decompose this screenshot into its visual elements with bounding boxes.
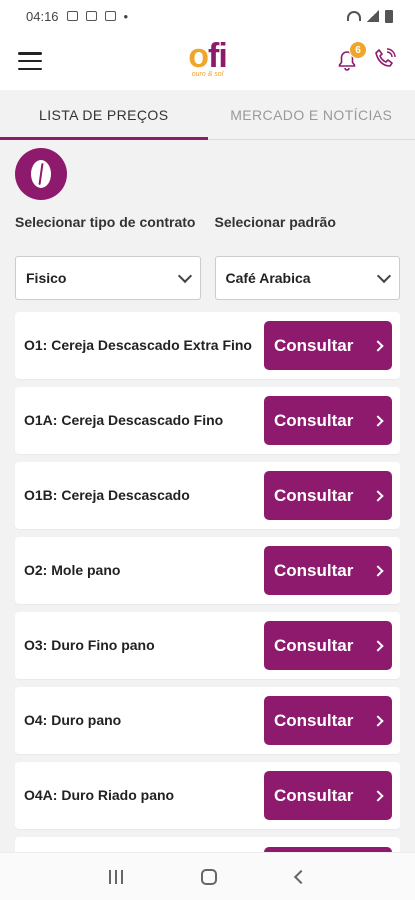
list-item: O1: Cereja Descascado Extra Fino Consult… bbox=[15, 312, 400, 379]
list-item: O4A: Duro Riado pano Consultar bbox=[15, 762, 400, 829]
home-button[interactable] bbox=[201, 868, 218, 885]
consult-button[interactable]: Consultar bbox=[264, 696, 392, 745]
chevron-down-icon bbox=[177, 268, 192, 283]
signal-icon bbox=[367, 10, 379, 22]
contract-type-value: Fisico bbox=[26, 270, 67, 286]
list-item-label: O1A: Cereja Descascado Fino bbox=[24, 412, 224, 428]
phone-icon bbox=[375, 47, 396, 67]
filter-selectors: Selecionar tipo de contrato Fisico Selec… bbox=[15, 212, 400, 300]
main-content: Selecionar tipo de contrato Fisico Selec… bbox=[0, 140, 415, 861]
tab-market-news[interactable]: MERCADO E NOTÍCIAS bbox=[208, 90, 415, 139]
chevron-right-icon bbox=[372, 414, 384, 427]
status-time: 04:16 bbox=[26, 8, 59, 24]
consult-button[interactable]: Consultar bbox=[264, 771, 392, 820]
battery-icon bbox=[385, 9, 393, 23]
chevron-right-icon bbox=[372, 714, 384, 727]
contract-type-label: Selecionar tipo de contrato bbox=[15, 214, 196, 230]
status-bar: 04:16 • bbox=[0, 0, 415, 32]
chevron-right-icon bbox=[372, 789, 384, 802]
list-item: O3: Duro Fino pano Consultar bbox=[15, 612, 400, 679]
system-nav-bar bbox=[0, 852, 415, 900]
wifi-icon bbox=[347, 11, 361, 21]
back-button[interactable] bbox=[293, 869, 308, 884]
list-item-label: O1: Cereja Descascado Extra Fino bbox=[24, 337, 252, 353]
notifications-button[interactable]: 6 bbox=[335, 41, 367, 73]
gallery-icon bbox=[66, 11, 78, 21]
standard-select[interactable]: Café Arabica bbox=[214, 256, 400, 300]
menu-button[interactable] bbox=[18, 52, 42, 70]
bag-icon bbox=[104, 11, 116, 21]
coffee-bean-icon bbox=[15, 148, 67, 200]
chevron-right-icon bbox=[372, 564, 384, 577]
standard-label: Selecionar padrão bbox=[214, 214, 336, 230]
consult-button[interactable]: Consultar bbox=[264, 396, 392, 445]
list-item: O4: Duro pano Consultar bbox=[15, 687, 400, 754]
list-item: O1A: Cereja Descascado Fino Consultar bbox=[15, 387, 400, 454]
list-item: O1B: Cereja Descascado Consultar bbox=[15, 462, 400, 529]
chevron-right-icon bbox=[372, 489, 384, 502]
contract-type-select[interactable]: Fisico bbox=[15, 256, 201, 300]
app-logo: ofi ouro & sol bbox=[188, 37, 228, 78]
list-item-label: O2: Mole pano bbox=[24, 562, 121, 578]
mail-icon bbox=[85, 11, 97, 21]
notification-badge: 6 bbox=[349, 41, 367, 59]
chevron-right-icon bbox=[372, 639, 384, 652]
chevron-down-icon bbox=[376, 268, 392, 283]
standard-value: Café Arabica bbox=[225, 270, 311, 286]
consult-button[interactable]: Consultar bbox=[264, 321, 392, 370]
app-bar: ofi ouro & sol 6 bbox=[0, 32, 415, 90]
consult-button[interactable]: Consultar bbox=[264, 621, 392, 670]
consult-button[interactable]: Consultar bbox=[264, 546, 392, 595]
tab-price-list[interactable]: LISTA DE PREÇOS bbox=[0, 90, 208, 140]
list-item-label: O1B: Cereja Descascado bbox=[24, 487, 190, 503]
list-item-label: O4A: Duro Riado pano bbox=[24, 787, 175, 803]
dot-icon: • bbox=[123, 8, 129, 24]
list-item: O2: Mole pano Consultar bbox=[15, 537, 400, 604]
chevron-right-icon bbox=[372, 339, 384, 352]
call-button[interactable] bbox=[373, 47, 397, 76]
tab-bar: LISTA DE PREÇOS MERCADO E NOTÍCIAS bbox=[0, 90, 415, 140]
price-list: O1: Cereja Descascado Extra Fino Consult… bbox=[15, 312, 400, 861]
recent-apps-button[interactable] bbox=[109, 869, 124, 884]
consult-button[interactable]: Consultar bbox=[264, 471, 392, 520]
list-item-label: O3: Duro Fino pano bbox=[24, 637, 155, 653]
list-item-label: O4: Duro pano bbox=[24, 712, 122, 728]
